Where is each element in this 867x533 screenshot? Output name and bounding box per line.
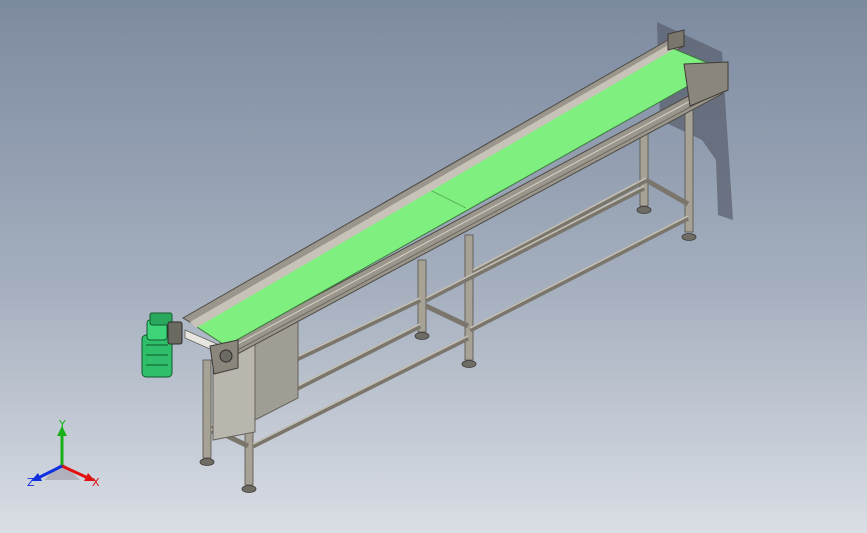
- belt-edge-lip: [190, 44, 676, 328]
- triad-y-label: Y: [58, 418, 66, 431]
- tail-end-top: [667, 29, 685, 51]
- view-orientation-triad[interactable]: Y X Z: [22, 418, 107, 498]
- drive-motor: [141, 312, 183, 378]
- conveyor-model[interactable]: [0, 0, 867, 533]
- triad-x-label: X: [92, 476, 100, 489]
- triad-y-axis: [57, 426, 67, 466]
- triad-z-label: Z: [27, 476, 35, 489]
- graphics-viewport[interactable]: Y X Z: [0, 0, 867, 533]
